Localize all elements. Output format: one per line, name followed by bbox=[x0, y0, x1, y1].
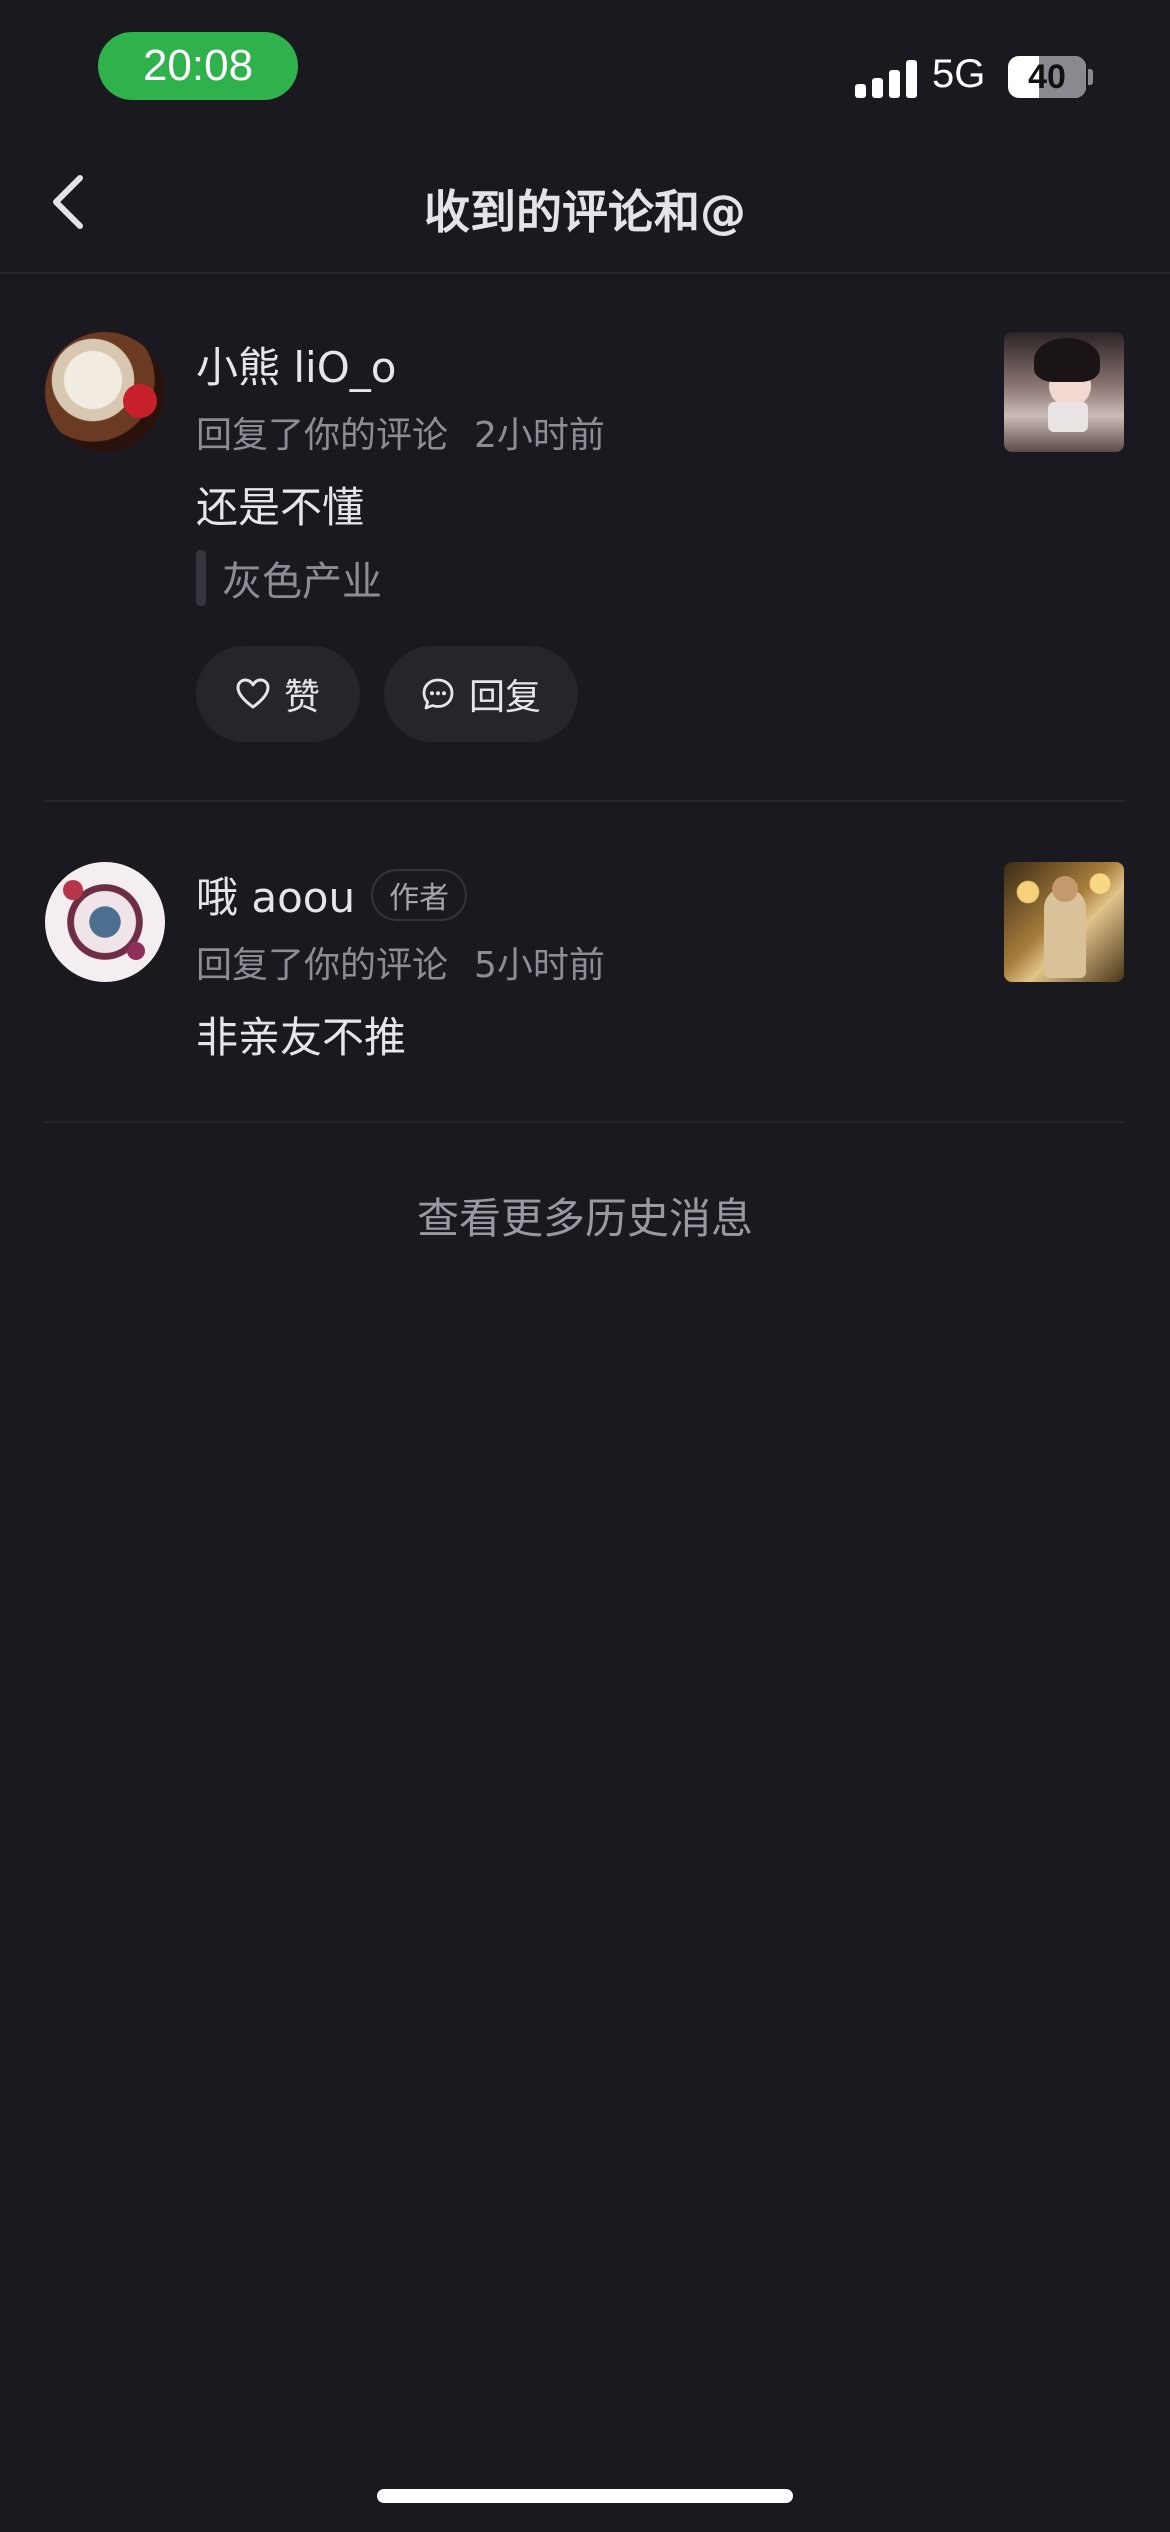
battery-cap bbox=[1088, 69, 1093, 85]
post-thumbnail[interactable] bbox=[1004, 862, 1124, 982]
network-type: 5G bbox=[932, 52, 986, 96]
home-indicator[interactable] bbox=[377, 2489, 793, 2503]
quote-bar bbox=[196, 550, 206, 606]
comment-text: 还是不懂 bbox=[196, 483, 365, 532]
avatar-decoration bbox=[63, 880, 83, 900]
quoted-text: 灰色产业 bbox=[222, 559, 382, 605]
thumbnail-detail bbox=[1052, 876, 1078, 902]
username[interactable]: 哦 aoou bbox=[196, 864, 355, 925]
quoted-comment[interactable]: 灰色产业 bbox=[196, 550, 382, 606]
comment-bubble-icon bbox=[421, 677, 455, 711]
thumbnail-detail bbox=[1034, 338, 1100, 382]
reply-meta: 回复了你的评论 2小时前 bbox=[196, 406, 605, 458]
screen: 20:08 5G 40 收到的评论和@ 小熊 liO_o 回复了你的评论 2小时… bbox=[0, 0, 1170, 2532]
avatar-decoration bbox=[123, 384, 157, 418]
username[interactable]: 小熊 liO_o bbox=[196, 334, 396, 395]
nav-bar: 收到的评论和@ bbox=[0, 130, 1170, 274]
avatar[interactable] bbox=[45, 332, 165, 452]
status-time: 20:08 bbox=[98, 32, 298, 100]
cellular-signal-icon bbox=[855, 58, 917, 98]
view-more-history-link[interactable]: 查看更多历史消息 bbox=[0, 1185, 1170, 1246]
action-text: 回复了你的评论 bbox=[196, 415, 449, 456]
reply-button[interactable]: 回复 bbox=[384, 646, 578, 742]
timestamp: 5小时前 bbox=[474, 945, 605, 986]
comment-text: 非亲友不推 bbox=[196, 1013, 407, 1062]
reply-meta: 回复了你的评论 5小时前 bbox=[196, 936, 605, 988]
user-row: 哦 aoou 作者 bbox=[196, 864, 468, 925]
post-thumbnail[interactable] bbox=[1004, 332, 1124, 452]
like-button[interactable]: 赞 bbox=[196, 646, 360, 742]
battery-level: 40 bbox=[1028, 57, 1066, 96]
reply-label: 回复 bbox=[468, 677, 541, 718]
battery-icon: 40 bbox=[1008, 56, 1086, 98]
author-badge: 作者 bbox=[371, 868, 468, 921]
page-title: 收到的评论和@ bbox=[424, 185, 746, 239]
timestamp: 2小时前 bbox=[474, 415, 605, 456]
thumbnail-detail bbox=[1048, 402, 1088, 432]
avatar[interactable] bbox=[45, 862, 165, 982]
avatar-decoration bbox=[127, 942, 145, 960]
status-bar: 20:08 5G 40 bbox=[0, 0, 1170, 130]
like-label: 赞 bbox=[283, 677, 320, 718]
divider bbox=[45, 800, 1125, 802]
action-text: 回复了你的评论 bbox=[196, 945, 449, 986]
heart-icon bbox=[236, 677, 270, 711]
user-row: 小熊 liO_o bbox=[196, 334, 396, 395]
divider bbox=[45, 1121, 1125, 1123]
